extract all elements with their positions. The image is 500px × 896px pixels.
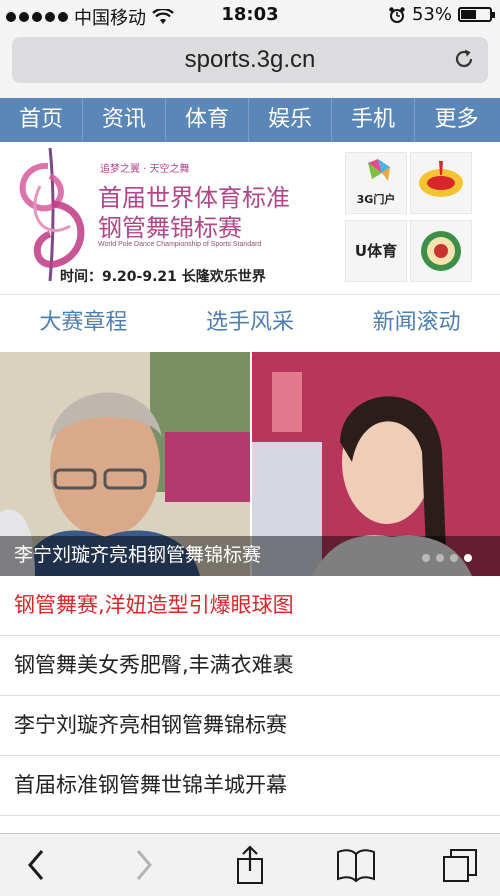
- nav-item-mobile[interactable]: 手机: [332, 98, 415, 142]
- headline-list: 钢管舞赛,洋妞造型引爆眼球图 钢管舞美女秀肥臀,丰满衣难裹 李宁刘璇齐亮相钢管舞…: [0, 576, 500, 876]
- nav-item-sports[interactable]: 体育: [166, 98, 249, 142]
- nav-item-news[interactable]: 资讯: [83, 98, 166, 142]
- event-banner[interactable]: 追梦之翼 · 天空之舞 首届世界体育标准 钢管舞锦标赛 World Pole D…: [0, 142, 500, 295]
- carousel-caption-bar: 李宁刘璇齐亮相钢管舞锦标赛: [0, 536, 500, 576]
- url-text[interactable]: sports.3g.cn: [12, 46, 488, 74]
- banner-time-venue: 时间：9.20-9.21 长隆欢乐世界: [60, 269, 266, 285]
- photo-carousel[interactable]: 李宁刘璇齐亮相钢管舞锦标赛: [0, 352, 500, 576]
- tab-news-scroll[interactable]: 新闻滚动: [333, 294, 500, 352]
- reload-icon[interactable]: [452, 47, 476, 71]
- tabs-icon: [443, 849, 477, 882]
- partner-label-u-sports: U体育: [354, 242, 398, 260]
- association-seal-icon: [421, 231, 461, 271]
- carousel-dot[interactable]: [422, 554, 430, 562]
- status-right: 53%: [388, 4, 495, 25]
- banner-slogan: 追梦之翼 · 天空之舞: [100, 164, 190, 175]
- headline-item[interactable]: 李宁刘璇齐亮相钢管舞锦标赛: [0, 696, 500, 756]
- browser-chrome: sports.3g.cn: [0, 30, 500, 99]
- status-bar: 中国移动 18:03 53%: [0, 0, 500, 30]
- tab-rules[interactable]: 大赛章程: [0, 294, 167, 352]
- partner-logo-u-sports[interactable]: U体育: [345, 220, 407, 282]
- partner-logo-3g[interactable]: 3G门户: [345, 152, 407, 214]
- partner-logo-games[interactable]: [410, 152, 472, 214]
- carousel-dot[interactable]: [450, 554, 458, 562]
- share-button[interactable]: [228, 843, 272, 887]
- event-logo-icon: [19, 147, 85, 282]
- section-tabs: 大赛章程 选手风采 新闻滚动: [0, 294, 500, 353]
- browser-toolbar: [0, 833, 500, 896]
- banner-title-line2: 钢管舞锦标赛: [98, 214, 242, 242]
- headline-item[interactable]: 钢管舞美女秀肥臀,丰满衣难裹: [0, 636, 500, 696]
- battery-icon: [458, 7, 495, 22]
- nav-item-entertainment[interactable]: 娱乐: [249, 98, 332, 142]
- main-nav: 首页 资讯 体育 娱乐 手机 更多: [0, 98, 500, 142]
- nav-item-more[interactable]: 更多: [415, 98, 498, 142]
- games-emblem-icon: [419, 161, 463, 197]
- nav-item-home[interactable]: 首页: [0, 98, 83, 142]
- headline-item[interactable]: 钢管舞赛,洋妞造型引爆眼球图: [0, 576, 500, 636]
- back-button[interactable]: [16, 843, 60, 887]
- carousel-dot[interactable]: [436, 554, 444, 562]
- alarm-icon: [389, 6, 405, 23]
- address-bar[interactable]: sports.3g.cn: [12, 37, 488, 83]
- carousel-caption[interactable]: 李宁刘璇齐亮相钢管舞锦标赛: [14, 540, 261, 567]
- share-icon: [237, 845, 263, 884]
- partner-label-3g: 3G门户: [356, 193, 396, 206]
- partner-logo-seal[interactable]: [410, 220, 472, 282]
- back-icon: [28, 850, 44, 880]
- forward-icon: [136, 850, 152, 880]
- banner-english-title: World Pole Dance Championship of Sports …: [98, 241, 262, 248]
- bookmarks-icon: [337, 849, 375, 883]
- carousel-indicator[interactable]: [422, 554, 472, 562]
- tab-contestants[interactable]: 选手风采: [167, 294, 334, 352]
- carousel-dot[interactable]: [464, 554, 472, 562]
- battery-percent: 53%: [411, 4, 452, 25]
- tabs-button[interactable]: [438, 843, 482, 887]
- bookmarks-button[interactable]: [334, 843, 378, 887]
- headline-item[interactable]: 首届标准钢管舞世锦羊城开幕: [0, 756, 500, 816]
- forward-button[interactable]: [120, 843, 164, 887]
